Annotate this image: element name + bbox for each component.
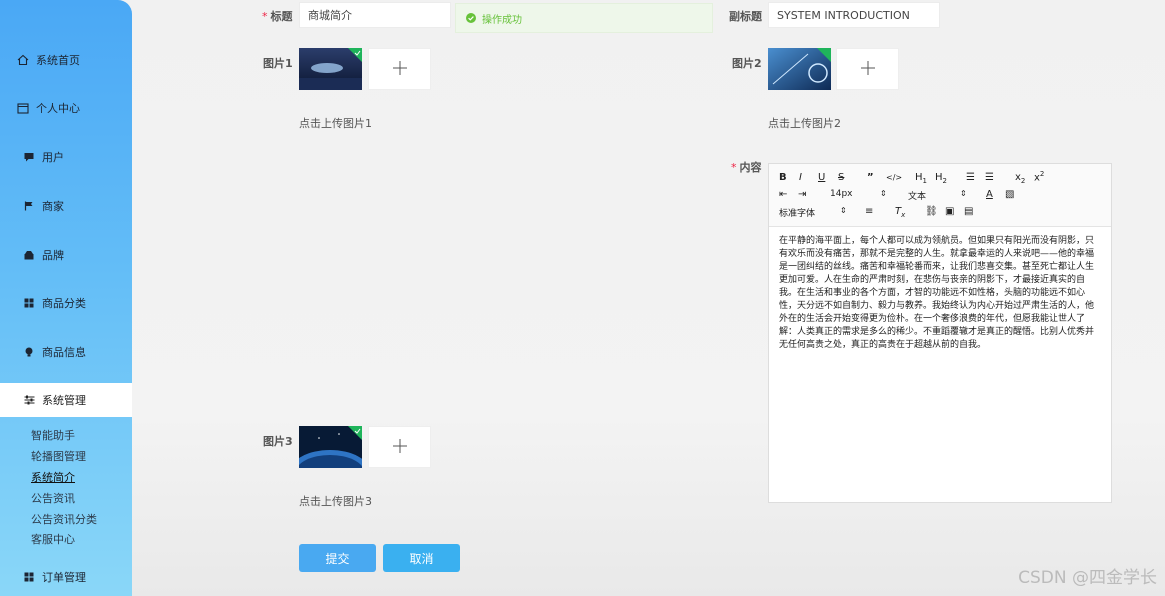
content-label-text: 内容 — [739, 161, 762, 174]
submenu-item-carousel[interactable]: 轮播图管理 — [31, 448, 86, 464]
success-toast: 操作成功 — [455, 3, 713, 33]
text-style-select[interactable]: 文本 — [908, 189, 926, 202]
chevron-down-icon: ⇕ — [840, 206, 847, 215]
image1-label: 图片1 — [263, 57, 293, 70]
video-icon[interactable]: ▤ — [964, 206, 973, 217]
sidebar-item-label: 个人中心 — [36, 102, 80, 115]
submit-button[interactable]: 提交 — [299, 544, 376, 572]
sidebar-item-label: 订单管理 — [42, 571, 86, 584]
sidebar-item-label: 品牌 — [42, 249, 64, 262]
sidebar-item-goods[interactable]: 商品信息 — [0, 337, 132, 367]
plus-icon — [860, 60, 875, 78]
superscript-icon[interactable]: x2 — [1034, 170, 1044, 183]
image1-hint: 点击上传图片1 — [299, 117, 372, 130]
heading2-icon[interactable]: H2 — [935, 172, 947, 185]
font-color-icon[interactable]: A — [986, 189, 993, 200]
grid-icon — [22, 296, 36, 310]
required-mark: * — [731, 161, 737, 174]
italic-icon[interactable]: I — [799, 172, 802, 183]
subtitle-label: 副标题 — [729, 10, 762, 23]
quote-icon[interactable]: ” — [867, 172, 874, 183]
submenu-item-news-category[interactable]: 公告资讯分类 — [31, 511, 97, 527]
sidebar: 系统首页 个人中心 用户 商家 品牌 商品分类 商品信息 系统管理 智能助手 轮… — [0, 0, 132, 596]
editor-toolbar: B I U S ” </> H1 H2 ☰ ☰ x2 x2 ⇤ ⇥ 14px ⇕… — [769, 164, 1111, 227]
image2-upload-button[interactable] — [836, 48, 899, 90]
sidebar-item-label: 系统首页 — [36, 54, 80, 67]
font-family-select[interactable]: 标准字体 — [779, 206, 815, 219]
sidebar-item-label: 商家 — [42, 200, 64, 213]
image3-label: 图片3 — [263, 435, 293, 448]
sidebar-item-merchant[interactable]: 商家 — [0, 191, 132, 221]
outdent-icon[interactable]: ⇤ — [779, 189, 787, 200]
subtitle-input[interactable]: SYSTEM INTRODUCTION — [768, 2, 940, 28]
font-size-select[interactable]: 14px — [830, 189, 853, 199]
code-icon[interactable]: </> — [886, 173, 902, 182]
title-input[interactable]: 商城简介 — [299, 2, 451, 28]
heading1-icon[interactable]: H1 — [915, 172, 927, 185]
sidebar-item-home[interactable]: 系统首页 — [0, 45, 132, 75]
clear-format-icon[interactable]: Tx — [895, 206, 905, 219]
sidebar-item-orders[interactable]: 订单管理 — [0, 562, 132, 592]
subscript-icon[interactable]: x2 — [1015, 172, 1025, 185]
submenu-item-intro[interactable]: 系统简介 — [31, 469, 75, 485]
check-circle-icon — [466, 13, 476, 23]
toast-message: 操作成功 — [482, 14, 522, 26]
grid-icon — [22, 570, 36, 584]
link-icon[interactable]: ⛓ — [925, 206, 938, 217]
sidebar-item-brand[interactable]: 品牌 — [0, 240, 132, 270]
chevron-down-icon: ⇕ — [880, 189, 887, 198]
image2-thumbnail[interactable] — [768, 48, 831, 90]
submenu-item-service[interactable]: 客服中心 — [31, 531, 75, 547]
home-icon — [16, 53, 30, 67]
watermark: CSDN @四金学长 — [1018, 568, 1157, 588]
sidebar-item-label: 商品信息 — [42, 346, 86, 359]
image1-upload-button[interactable] — [368, 48, 431, 90]
underline-icon[interactable]: U — [818, 172, 825, 183]
image3-hint: 点击上传图片3 — [299, 495, 372, 508]
flag-icon — [22, 199, 36, 213]
sidebar-item-category[interactable]: 商品分类 — [0, 288, 132, 318]
ordered-list-icon[interactable]: ☰ — [966, 172, 975, 183]
submenu-item-news[interactable]: 公告资讯 — [31, 490, 75, 506]
calendar-icon — [16, 101, 30, 115]
strikethrough-icon[interactable]: S — [838, 172, 844, 183]
bullet-list-icon[interactable]: ☰ — [985, 172, 994, 183]
background-color-icon[interactable]: ▧ — [1005, 189, 1014, 200]
shop-icon — [22, 248, 36, 262]
sidebar-item-label: 商品分类 — [42, 297, 86, 310]
sidebar-item-user[interactable]: 用户 — [0, 142, 132, 172]
image1-thumbnail[interactable] — [299, 48, 362, 90]
plus-icon — [392, 438, 407, 456]
required-mark: * — [262, 10, 268, 23]
image3-upload-button[interactable] — [368, 426, 431, 468]
align-icon[interactable]: ≡ — [865, 206, 873, 217]
sidebar-item-personal[interactable]: 个人中心 — [0, 93, 132, 123]
sidebar-item-label: 用户 — [42, 151, 64, 164]
sliders-icon — [22, 393, 36, 407]
title-label: * 标题 — [262, 8, 293, 24]
plus-icon — [392, 60, 407, 78]
chevron-down-icon: ⇕ — [960, 189, 967, 198]
image2-label: 图片2 — [732, 57, 762, 70]
editor-content[interactable]: 在平静的海平面上，每个人都可以成为领航员。但如果只有阳光而没有阴影，只有欢乐而没… — [769, 227, 1111, 360]
bold-icon[interactable]: B — [779, 172, 787, 183]
image2-hint: 点击上传图片2 — [768, 117, 841, 130]
title-label-text: 标题 — [270, 10, 293, 23]
indent-icon[interactable]: ⇥ — [798, 189, 806, 200]
sidebar-item-label: 系统管理 — [42, 394, 86, 407]
submenu-item-assistant[interactable]: 智能助手 — [31, 427, 75, 443]
rich-text-editor[interactable]: B I U S ” </> H1 H2 ☰ ☰ x2 x2 ⇤ ⇥ 14px ⇕… — [768, 163, 1112, 503]
cancel-button[interactable]: 取消 — [383, 544, 460, 572]
chat-icon — [22, 150, 36, 164]
image-icon[interactable]: ▣ — [945, 206, 954, 217]
sidebar-item-system[interactable]: 系统管理 — [0, 383, 132, 417]
image3-thumbnail[interactable] — [299, 426, 362, 468]
content-label: * 内容 — [731, 159, 762, 175]
bulb-icon — [22, 345, 36, 359]
